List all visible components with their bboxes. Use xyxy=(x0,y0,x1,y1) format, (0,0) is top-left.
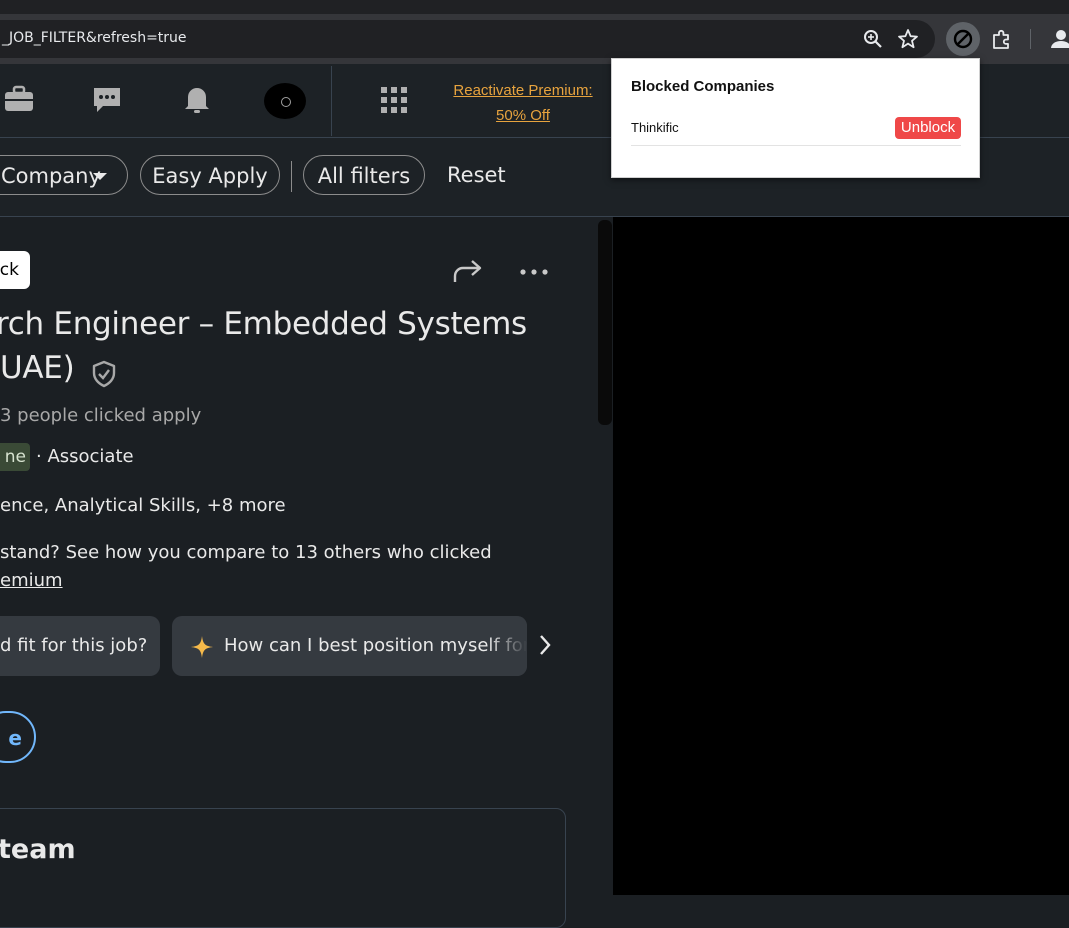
avatar[interactable] xyxy=(264,83,306,119)
meet-team-card xyxy=(0,808,566,928)
zoom-icon[interactable] xyxy=(862,28,884,50)
job-title-line-1: rch Engineer – Embedded Systems xyxy=(0,306,527,342)
workplace-type-badge: ne xyxy=(0,443,30,471)
skills-summary[interactable]: ence, Analytical Skills, +8 more xyxy=(0,495,286,516)
url-text[interactable]: _JOB_FILTER&refresh=true xyxy=(2,30,187,46)
popup-title: Blocked Companies xyxy=(631,78,775,95)
blocked-company-name: Thinkific xyxy=(631,120,679,135)
star-icon[interactable] xyxy=(897,28,919,50)
company-filter-label: Company xyxy=(1,164,101,188)
toolbar-divider xyxy=(1030,29,1031,49)
block-extension-button[interactable] xyxy=(946,22,980,56)
right-panel xyxy=(613,217,1069,895)
reactivate-premium-link[interactable]: Reactivate Premium: 50% Off xyxy=(440,78,606,128)
share-icon[interactable] xyxy=(452,258,484,284)
easy-apply-filter-button[interactable]: Easy Apply xyxy=(140,155,280,195)
premium-line-1: Reactivate Premium: xyxy=(453,82,593,99)
more-options-icon[interactable] xyxy=(518,263,550,275)
profile-icon[interactable] xyxy=(1048,26,1069,52)
caret-down-icon xyxy=(93,173,107,180)
scrollbar-thumb[interactable] xyxy=(598,220,612,425)
verified-shield-icon xyxy=(90,360,118,388)
chevron-right-icon[interactable] xyxy=(536,632,554,658)
premium-line-2: 50% Off xyxy=(496,107,550,124)
all-filters-button[interactable]: All filters xyxy=(303,155,425,195)
back-button[interactable]: ck xyxy=(0,251,30,289)
ai-prompt-chip-label: How can I best position myself for t xyxy=(224,635,527,656)
try-premium-link[interactable]: emium xyxy=(0,570,63,591)
jobs-icon[interactable] xyxy=(2,82,36,116)
notifications-icon[interactable] xyxy=(180,82,214,116)
block-extension-icon xyxy=(953,29,973,49)
premium-compare-text: stand? See how you compare to 13 others … xyxy=(0,542,492,563)
reset-filters-button[interactable]: Reset xyxy=(447,155,506,195)
nav-divider xyxy=(331,66,332,136)
popup-row-divider xyxy=(631,145,961,146)
puzzle-icon[interactable] xyxy=(990,27,1014,51)
messaging-icon[interactable] xyxy=(90,82,124,116)
sparkle-icon xyxy=(190,635,214,659)
ai-prompt-chip[interactable]: d fit for this job? xyxy=(0,616,160,676)
team-card-title: team xyxy=(0,834,76,865)
filter-divider xyxy=(291,161,292,192)
applicant-count: 3 people clicked apply xyxy=(0,405,202,426)
chip-fade xyxy=(487,616,527,676)
job-title-line-2: UAE) xyxy=(0,350,75,386)
company-filter-button[interactable]: Company xyxy=(0,155,128,195)
experience-level: · Associate xyxy=(36,446,134,467)
tab-strip xyxy=(0,0,1069,14)
ai-prompt-chip[interactable]: How can I best position myself for t xyxy=(172,616,527,676)
grid-icon[interactable] xyxy=(380,86,408,114)
unblock-button[interactable]: Unblock xyxy=(895,117,961,139)
